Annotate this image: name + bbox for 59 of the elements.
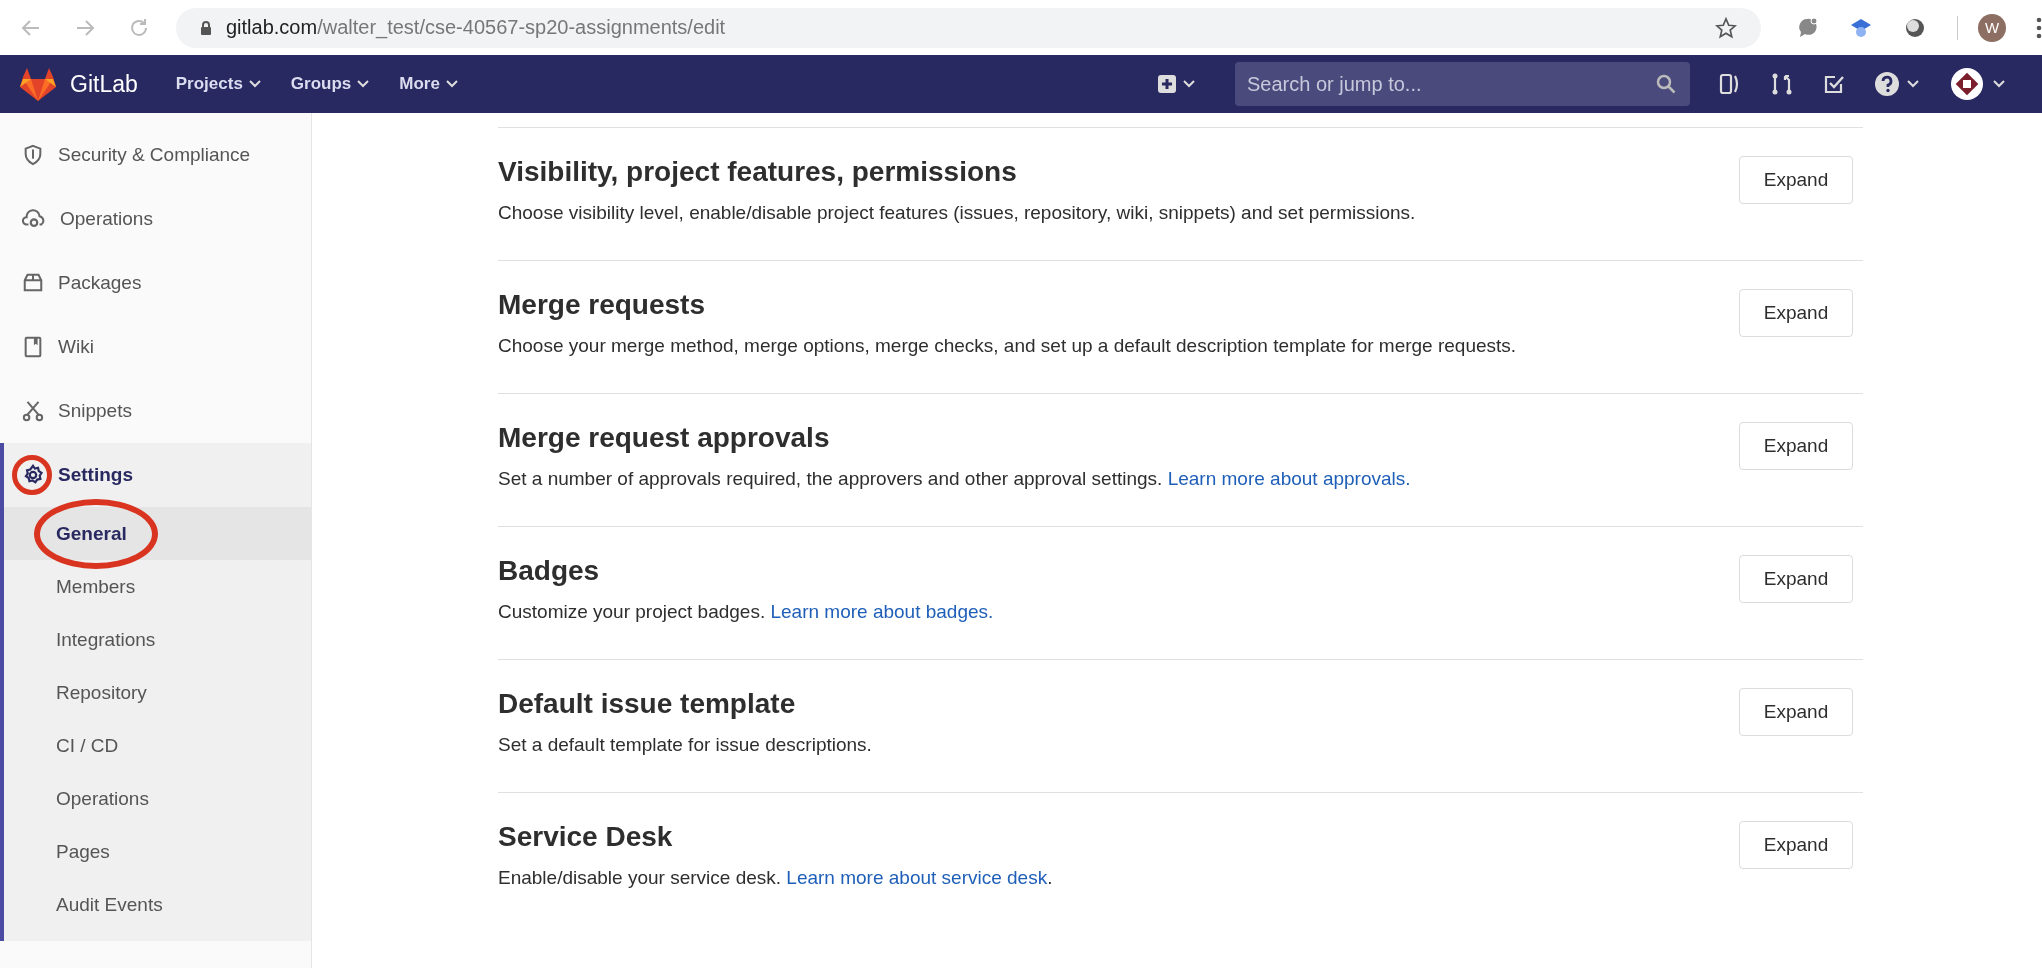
sidebar-subitem[interactable]: Repository (4, 666, 311, 719)
expand-button[interactable]: Expand (1739, 688, 1853, 736)
learn-more-link[interactable]: Learn more about approvals. (1167, 468, 1411, 489)
learn-more-link[interactable]: Learn more about service desk (786, 867, 1048, 888)
section-description: Enable/disable your service desk. Learn more about service desk. (498, 867, 1053, 889)
sidebar-item[interactable]: Packages (0, 251, 311, 315)
more-vertical-icon[interactable] (2036, 16, 2042, 39)
user-avatar-dropdown-icon[interactable] (1950, 67, 2008, 101)
sidebar-subitem[interactable]: Operations (4, 772, 311, 825)
learn-more-link[interactable]: Learn more about badges. (770, 601, 994, 622)
section-description: Choose visibility level, enable/disable project features (issues, repository, wiki, snippets) and set permissions. (498, 202, 1416, 224)
sidebar-subitem[interactable]: Integrations (4, 613, 311, 666)
sidebar-subitem[interactable]: Pages (4, 825, 311, 878)
section-description: Choose your merge method, merge options, merge checks, and set up a default description template for merge requests. (498, 335, 1517, 357)
sidebar-item[interactable]: Snippets (0, 379, 311, 443)
package-icon (22, 272, 44, 294)
expand-button[interactable]: Expand (1739, 289, 1853, 337)
settings-icon (22, 464, 44, 486)
nav-menu[interactable]: Groups (286, 70, 374, 98)
sidebar-subitem[interactable]: Audit Events (4, 878, 311, 931)
section-description: Set a number of approvals required, the approvers and other approval settings. Learn more about approvals. (498, 468, 1411, 490)
caret-down-icon (248, 80, 261, 88)
lock-icon (200, 19, 212, 36)
section-description: Customize your project badges. Learn more about badges. (498, 601, 994, 623)
section-title: Visibility, project features, permissions (498, 156, 1018, 188)
fox-logo-icon[interactable] (20, 67, 56, 101)
expand-button[interactable]: Expand (1739, 821, 1853, 869)
nav-menu[interactable]: Projects (171, 70, 265, 98)
url-text: gitlab.com/walter_test/cse-40567-sp20-assignments/edit (226, 16, 727, 39)
sidebar-item[interactable]: Operations (0, 187, 311, 251)
sidebar-item[interactable]: Security & Compliance (0, 123, 311, 187)
sidebar-subitem[interactable]: Members (4, 560, 311, 613)
merge-request-icon[interactable] (1770, 72, 1794, 96)
caret-down-icon (357, 80, 370, 88)
search-field[interactable]: Search or jump to... (1235, 62, 1690, 106)
section-title: Merge request approvals (498, 422, 831, 454)
shield-icon (22, 144, 44, 166)
search-icon (1656, 74, 1676, 94)
section-title: Service Desk (498, 821, 674, 853)
address-bar[interactable]: gitlab.com/walter_test/cse-40567-sp20-assignments/edit (176, 7, 1761, 48)
expand-button[interactable]: Expand (1739, 555, 1853, 603)
expand-button[interactable]: Expand (1739, 422, 1853, 470)
book-icon (22, 336, 44, 358)
section-title: Badges (498, 555, 601, 587)
brand-name[interactable]: GitLab (70, 70, 138, 98)
scissors-icon (22, 400, 44, 422)
help-dropdown-icon[interactable] (1874, 71, 1922, 97)
sidebar-item[interactable]: Wiki (0, 315, 311, 379)
sidebar-subitem[interactable]: General (4, 507, 311, 560)
sidebar-item[interactable]: Settings (4, 443, 311, 507)
sidebar-subitem[interactable]: CI / CD (4, 719, 311, 772)
section-description: Set a default template for issue descriptions. (498, 734, 872, 756)
nav-menu[interactable]: More (395, 70, 462, 98)
section-title: Merge requests (498, 289, 706, 321)
profile-avatar[interactable]: W (1978, 13, 2006, 42)
section-title: Default issue template (498, 688, 797, 720)
star-icon[interactable] (1715, 16, 1737, 39)
caret-down-icon (445, 80, 458, 88)
expand-button[interactable]: Expand (1739, 156, 1853, 204)
